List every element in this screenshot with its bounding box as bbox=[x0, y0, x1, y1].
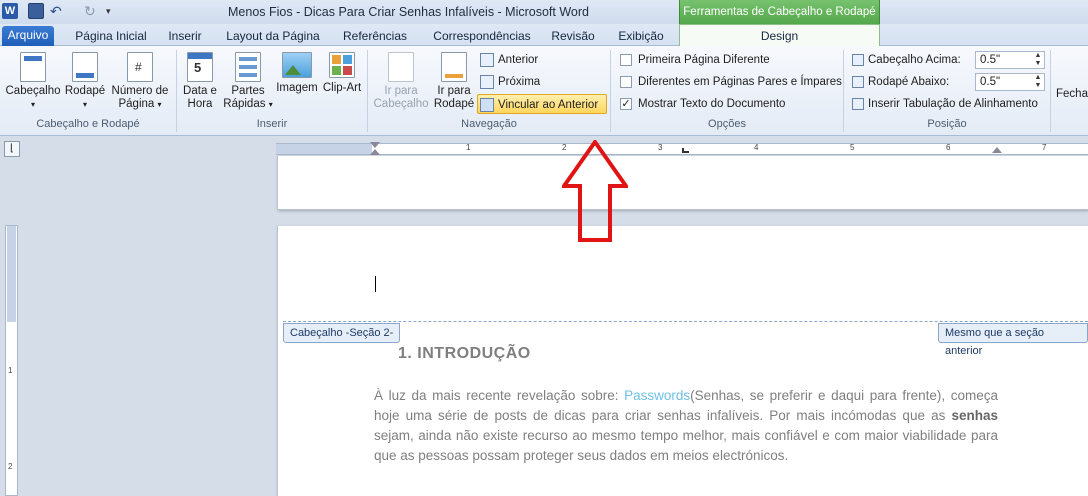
footer-bottom-input[interactable]: 0.5" ▲ ▼ bbox=[975, 73, 1045, 91]
tab-inserir[interactable]: Inserir bbox=[160, 27, 210, 46]
tab-correspondencias[interactable]: Correspondências bbox=[424, 27, 540, 46]
page-number-button[interactable]: # Número de Página ▾ bbox=[110, 52, 170, 111]
next-button[interactable]: Próxima bbox=[480, 72, 540, 92]
header-top-input[interactable]: 0.5" ▲ ▼ bbox=[975, 51, 1045, 69]
goto-footer-button[interactable]: Ir para Rodapé bbox=[432, 52, 476, 111]
footer-position-icon bbox=[852, 75, 864, 88]
document-heading: 1. INTRODUÇÃO bbox=[398, 345, 531, 362]
show-document-text-checkbox[interactable]: ✓ Mostrar Texto do Documento bbox=[620, 94, 785, 114]
document-paragraph[interactable]: À luz da mais recente revelação sobre: P… bbox=[374, 386, 998, 466]
passwords-link[interactable]: Passwords bbox=[624, 388, 690, 403]
goto-header-button[interactable]: Ir para Cabeçalho bbox=[370, 52, 432, 111]
word-app-icon[interactable]: W bbox=[2, 3, 18, 19]
calendar-icon: 5 bbox=[187, 52, 213, 82]
undo-icon[interactable]: ↶ bbox=[50, 3, 66, 19]
center-tab-icon[interactable] bbox=[682, 148, 689, 153]
group-label-header-footer: Cabeçalho e Rodapé bbox=[36, 118, 140, 130]
group-separator bbox=[1050, 50, 1051, 132]
tab-exibicao[interactable]: Exibição bbox=[610, 27, 672, 46]
header-boundary-line bbox=[283, 321, 1088, 322]
group-label-insert: Inserir bbox=[256, 118, 288, 130]
goto-header-icon bbox=[388, 52, 414, 82]
previous-button[interactable]: Anterior bbox=[480, 50, 538, 70]
image-button[interactable]: Imagem bbox=[276, 52, 318, 95]
tab-selector-button[interactable]: ⌊ bbox=[4, 141, 20, 157]
ribbon: Cabeçalho ▾ Rodapé ▾ # Número de Página ▾ … bbox=[0, 46, 1088, 136]
quick-parts-icon bbox=[235, 52, 261, 82]
tab-referencias[interactable]: Referências bbox=[334, 27, 416, 46]
hanging-indent-icon[interactable] bbox=[370, 149, 380, 155]
tab-design[interactable]: Design bbox=[679, 24, 880, 47]
spin-arrows-icon[interactable]: ▲ ▼ bbox=[1033, 74, 1043, 90]
picture-icon bbox=[282, 52, 312, 78]
footer-bottom-label: Rodapé Abaixo: bbox=[852, 72, 949, 92]
red-arrow-annotation bbox=[562, 140, 628, 242]
ribbon-tabs: Arquivo Página Inicial Inserir Layout da… bbox=[0, 24, 1088, 47]
window-title: Menos Fios - Dicas Para Criar Senhas Inf… bbox=[228, 5, 589, 19]
date-time-button[interactable]: 5 Data e Hora bbox=[180, 52, 220, 111]
clipart-button[interactable]: Clip-Art bbox=[320, 52, 364, 95]
tab-layout[interactable]: Layout da Página bbox=[219, 27, 327, 46]
alignment-tab-icon bbox=[852, 97, 864, 110]
group-label-options: Opções bbox=[708, 118, 746, 130]
title-bar: W ↶ ↻ ▾ Menos Fios - Dicas Para Criar Se… bbox=[0, 0, 1088, 26]
next-section-icon bbox=[480, 74, 494, 89]
previous-section-icon bbox=[480, 52, 494, 67]
checkbox-unchecked-icon bbox=[620, 75, 632, 88]
spin-arrows-icon[interactable]: ▲ ▼ bbox=[1033, 52, 1043, 68]
odd-even-different-checkbox[interactable]: Diferentes em Páginas Pares e Ímpares bbox=[620, 72, 842, 92]
customize-qat-icon[interactable]: ▾ bbox=[106, 3, 122, 19]
horizontal-ruler[interactable]: 1 2 3 4 5 6 7 bbox=[276, 142, 1088, 155]
header-button[interactable]: Cabeçalho ▾ bbox=[4, 52, 62, 111]
header-position-icon bbox=[852, 53, 864, 66]
footer-button[interactable]: Rodapé ▾ bbox=[62, 52, 108, 111]
group-label-navigation: Navegação bbox=[461, 118, 517, 130]
same-as-previous-tag: Mesmo que a seção anterior bbox=[938, 323, 1088, 357]
close-header-footer-button[interactable]: Fecha bbox=[1056, 88, 1088, 101]
redo-icon[interactable]: ↻ bbox=[84, 3, 100, 19]
goto-footer-icon bbox=[441, 52, 467, 82]
footer-icon bbox=[72, 52, 98, 82]
save-icon[interactable] bbox=[28, 3, 44, 19]
link-to-previous-button[interactable]: Vincular ao Anterior bbox=[477, 94, 607, 114]
text-cursor bbox=[375, 276, 376, 292]
checkbox-unchecked-icon bbox=[620, 53, 632, 66]
tab-revisao[interactable]: Revisão bbox=[545, 27, 601, 46]
header-icon bbox=[20, 52, 46, 82]
first-page-different-checkbox[interactable]: Primeira Página Diferente bbox=[620, 50, 770, 70]
vertical-ruler[interactable]: 1 2 bbox=[5, 225, 18, 496]
page-number-icon: # bbox=[127, 52, 153, 82]
checkbox-checked-icon: ✓ bbox=[620, 97, 632, 110]
link-icon bbox=[480, 97, 494, 112]
header-top-label: Cabeçalho Acima: bbox=[852, 50, 961, 70]
insert-alignment-tab-button[interactable]: Inserir Tabulação de Alinhamento bbox=[852, 94, 1038, 114]
group-label-position: Posição bbox=[927, 118, 967, 130]
tab-pagina-inicial[interactable]: Página Inicial bbox=[63, 27, 159, 46]
page-previous bbox=[277, 156, 1088, 210]
contextual-tab-header: Ferramentas de Cabeçalho e Rodapé bbox=[679, 0, 880, 26]
clipart-icon bbox=[329, 52, 355, 78]
right-indent-icon[interactable] bbox=[992, 147, 1002, 153]
tab-arquivo[interactable]: Arquivo bbox=[2, 26, 54, 46]
quick-parts-button[interactable]: Partes Rápidas ▾ bbox=[222, 52, 274, 111]
first-line-indent-icon[interactable] bbox=[370, 142, 380, 148]
header-section-tag: Cabeçalho -Seção 2- bbox=[283, 323, 401, 343]
